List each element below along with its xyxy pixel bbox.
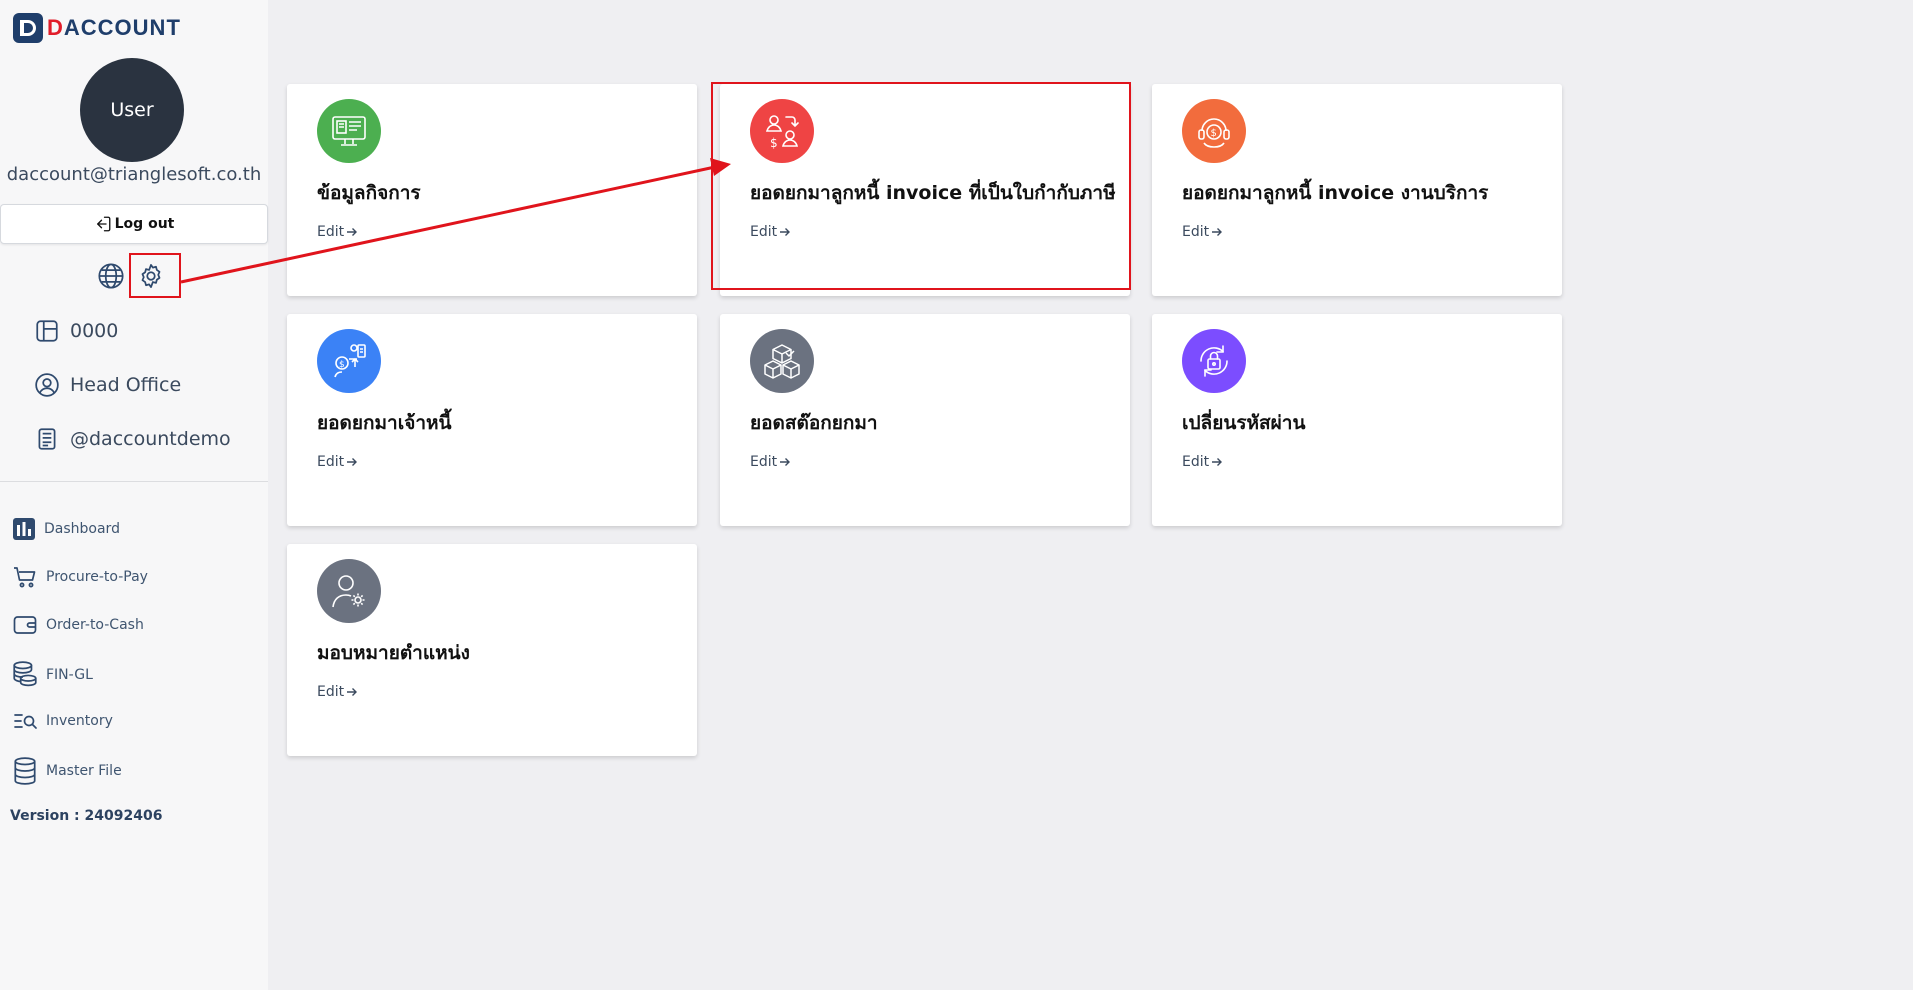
card-debtor-service-invoice[interactable]: $ ยอดยกมาลูกหนี้ invoice งานบริการ Edit (1152, 84, 1562, 296)
document-icon (38, 428, 56, 450)
card-title: มอบหมายตำแหน่ง (317, 642, 470, 664)
avatar[interactable]: User (80, 58, 184, 162)
wallet-icon (13, 616, 37, 634)
cart-icon (14, 567, 36, 588)
card-title: เปลี่ยนรหัสผ่าน (1182, 412, 1306, 434)
database-icon (14, 757, 36, 785)
sidebar-item-label: Dashboard (44, 521, 120, 537)
sidebar: DACCOUNT User daccount@trianglesoft.co.t… (0, 0, 268, 990)
sidebar-item-label: Order-to-Cash (46, 617, 144, 633)
boxes-icon (750, 329, 814, 393)
account-label: @daccountdemo (70, 428, 231, 450)
arrow-right-icon (347, 688, 358, 696)
sidebar-item-label: Master File (46, 763, 122, 779)
arrow-right-icon (1212, 228, 1223, 236)
card-title: ยอดยกมาลูกหนี้ invoice งานบริการ (1182, 182, 1489, 204)
svg-text:$: $ (1211, 128, 1217, 139)
card-change-password[interactable]: เปลี่ยนรหัสผ่าน Edit (1152, 314, 1562, 526)
arrow-right-icon (347, 228, 358, 236)
sidebar-item-master-file[interactable]: Master File (12, 757, 122, 785)
layout-icon (36, 320, 58, 342)
svg-text:$: $ (339, 360, 345, 370)
list-search-icon (14, 714, 37, 729)
arrow-right-icon (1212, 458, 1223, 466)
edit-link[interactable]: Edit (1182, 454, 1223, 470)
brand-name: DACCOUNT (47, 15, 181, 40)
user-circle-icon (35, 373, 59, 397)
sidebar-item-procure-to-pay[interactable]: Procure-to-Pay (12, 565, 148, 589)
logo-mark-icon (13, 13, 43, 43)
account-item[interactable]: @daccountdemo (34, 426, 231, 452)
arrow-right-icon (347, 458, 358, 466)
version-label: Version : 24092406 (10, 808, 163, 824)
arrow-right-icon (780, 458, 791, 466)
card-title: ยอดสต๊อกยกมา (750, 412, 878, 434)
sidebar-item-dashboard[interactable]: Dashboard (12, 517, 120, 541)
creditor-icon: $ (317, 329, 381, 393)
edit-link[interactable]: Edit (317, 454, 358, 470)
sidebar-item-inventory[interactable]: Inventory (12, 709, 113, 733)
settings-highlight-box (129, 253, 181, 298)
branch-label: Head Office (70, 374, 182, 396)
edit-link[interactable]: Edit (317, 684, 358, 700)
sidebar-divider (0, 481, 268, 482)
business-info-icon (317, 99, 381, 163)
sidebar-item-label: Inventory (46, 713, 113, 729)
sidebar-item-fin-gl[interactable]: FIN-GL (12, 661, 93, 689)
coins-icon (13, 661, 37, 687)
bar-chart-icon (13, 518, 35, 540)
company-code-label: 0000 (70, 320, 119, 342)
edit-link[interactable]: Edit (1182, 224, 1223, 240)
sidebar-item-order-to-cash[interactable]: Order-to-Cash (12, 613, 144, 637)
logout-icon (96, 216, 111, 232)
lock-refresh-icon (1182, 329, 1246, 393)
service-money-icon: $ (1182, 99, 1246, 163)
user-email: daccount@trianglesoft.co.th (6, 164, 262, 185)
company-code-item[interactable]: 0000 (34, 318, 118, 344)
card-stock-opening[interactable]: ยอดสต๊อกยกมา Edit (720, 314, 1130, 526)
card-title: ข้อมูลกิจการ (317, 182, 421, 204)
logout-button[interactable]: Log out (0, 204, 268, 244)
card-title: ยอดยกมาเจ้าหนี้ (317, 412, 452, 434)
card-highlight-box (711, 82, 1131, 290)
card-creditor[interactable]: $ ยอดยกมาเจ้าหนี้ Edit (287, 314, 697, 526)
globe-icon (98, 263, 124, 289)
branch-item[interactable]: Head Office (34, 372, 181, 398)
card-assign-position[interactable]: มอบหมายตำแหน่ง Edit (287, 544, 697, 756)
edit-link[interactable]: Edit (750, 454, 791, 470)
sidebar-item-label: Procure-to-Pay (46, 569, 148, 585)
edit-link[interactable]: Edit (317, 224, 358, 240)
language-button[interactable] (97, 262, 125, 294)
brand-logo[interactable]: DACCOUNT (13, 13, 181, 43)
user-gear-icon (317, 559, 381, 623)
card-business-info[interactable]: ข้อมูลกิจการ Edit (287, 84, 697, 296)
sidebar-item-label: FIN-GL (46, 667, 93, 683)
